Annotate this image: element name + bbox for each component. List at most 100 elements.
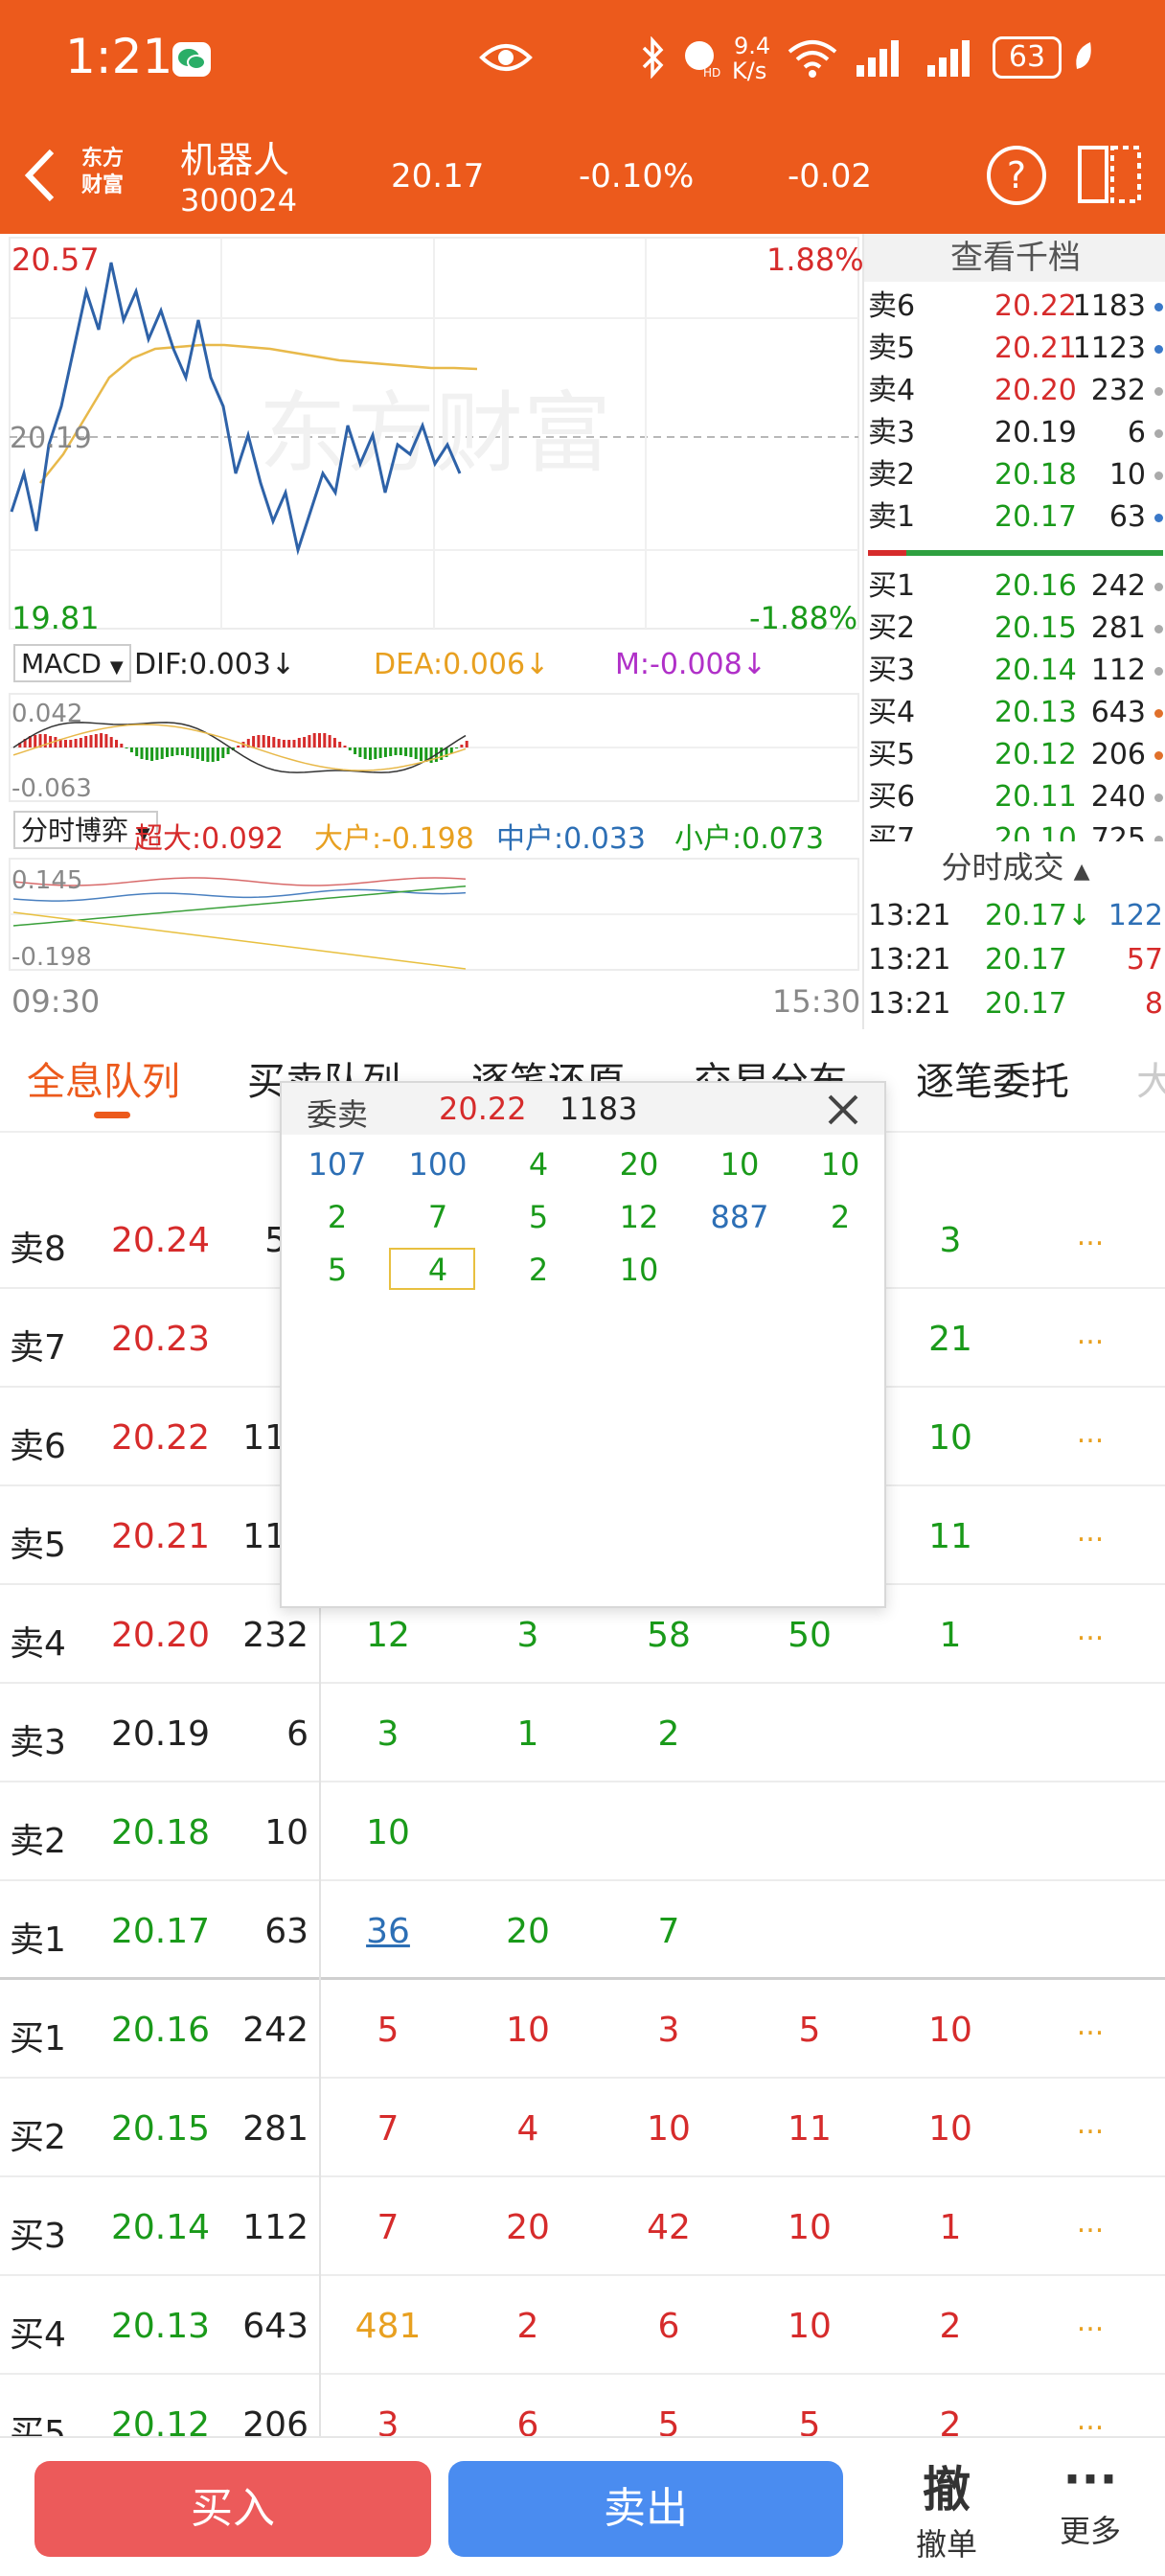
caret-up-icon: ▲ <box>1073 860 1090 884</box>
popup-order-cell[interactable]: 12 <box>595 1199 683 1235</box>
queue-cell[interactable]: 2 <box>940 2307 962 2346</box>
ask-label: 卖2 <box>868 458 916 492</box>
ask-row[interactable]: 卖3 20.19 6 <box>864 412 1165 454</box>
queue-cell[interactable]: 1 <box>517 1714 539 1754</box>
queue-cell[interactable]: 11 <box>928 1517 972 1556</box>
table-row[interactable]: 买1 20.16 242 5 10 3 5 10... <box>0 1980 1165 2079</box>
popup-order-cell[interactable]: 5 <box>494 1199 582 1235</box>
tab-6[interactable]: 大 <box>1136 1050 1165 1106</box>
popup-order-cell[interactable]: 10 <box>696 1146 784 1183</box>
row-price: 20.21 <box>111 1517 211 1556</box>
bid-row[interactable]: 买1 20.16 242 <box>864 565 1165 608</box>
bid-row[interactable]: 买2 20.15 281 <box>864 608 1165 650</box>
macd-bar <box>399 748 402 755</box>
intraday-chart[interactable]: 东方财富 <box>0 234 862 1029</box>
active-tab-indicator <box>94 1112 130 1118</box>
queue-cell[interactable]: 20 <box>506 2208 550 2247</box>
ask-row[interactable]: 卖2 20.18 10 <box>864 454 1165 496</box>
queue-cell[interactable]: 50 <box>788 1616 832 1655</box>
queue-cell[interactable]: 12 <box>366 1616 410 1655</box>
ask-row[interactable]: 卖5 20.21 1123 <box>864 328 1165 370</box>
popup-order-cell[interactable]: 107 <box>293 1146 381 1183</box>
macd-selector[interactable]: MACD ▼ <box>13 644 131 682</box>
table-row[interactable]: 卖1 20.17 63 36 20 7 <box>0 1881 1165 1980</box>
macd-bar <box>175 748 179 755</box>
ask-price: 20.19 <box>994 416 1077 449</box>
queue-cell[interactable]: 7 <box>658 1912 680 1951</box>
ask-row[interactable]: 卖4 20.20 232 <box>864 370 1165 412</box>
popup-order-cell[interactable]: 2 <box>293 1199 381 1235</box>
queue-cell[interactable]: 5 <box>377 2011 400 2050</box>
popup-order-cell[interactable]: 5 <box>293 1252 381 1288</box>
signal-icon-2 <box>925 38 979 80</box>
queue-cell[interactable]: 3 <box>658 2011 680 2050</box>
queue-cell[interactable]: 3 <box>517 1616 539 1655</box>
bid-row[interactable]: 买3 20.14 112 <box>864 650 1165 692</box>
queue-cell[interactable]: 11 <box>788 2109 832 2149</box>
queue-cell[interactable]: 36 <box>366 1912 410 1951</box>
queue-cell[interactable]: 58 <box>647 1616 691 1655</box>
popup-order-cell[interactable]: 2 <box>494 1252 582 1288</box>
bid-row[interactable]: 买7 20.10 725 <box>864 818 1165 841</box>
bid-row[interactable]: 买4 20.13 643 <box>864 692 1165 734</box>
table-row[interactable]: 卖3 20.19 6 3 1 2 <box>0 1684 1165 1782</box>
queue-cell[interactable]: 481 <box>355 2307 422 2346</box>
table-row[interactable]: 买3 20.14 112 7 20 42 10 1... <box>0 2177 1165 2276</box>
cancel-order-button[interactable]: 撤 撤单 <box>908 2451 985 2564</box>
popup-order-cell[interactable]: 887 <box>696 1199 784 1235</box>
queue-cell[interactable]: 10 <box>928 2011 972 2050</box>
popup-order-cell[interactable]: 7 <box>394 1199 482 1235</box>
ask-row[interactable]: 卖1 20.17 63 <box>864 496 1165 539</box>
queue-cell[interactable]: 10 <box>788 2307 832 2346</box>
queue-cell[interactable]: 2 <box>517 2307 539 2346</box>
ask-row[interactable]: 卖6 20.22 1183 <box>864 286 1165 328</box>
queue-cell[interactable]: 21 <box>928 1320 972 1359</box>
queue-cell[interactable]: 7 <box>377 2208 400 2247</box>
popup-order-cell[interactable]: 4 <box>494 1146 582 1183</box>
popup-order-cell[interactable]: 2 <box>796 1199 884 1235</box>
sell-button[interactable]: 卖出 <box>448 2461 843 2557</box>
queue-cell[interactable]: 10 <box>788 2208 832 2247</box>
popup-order-cell[interactable]: 20 <box>595 1146 683 1183</box>
queue-cell[interactable]: 1 <box>940 1616 962 1655</box>
bid-row[interactable]: 买6 20.11 240 <box>864 776 1165 818</box>
tab-1[interactable]: 全息队列 <box>27 1050 180 1106</box>
queue-cell[interactable]: 10 <box>366 1813 410 1852</box>
queue-cell[interactable]: 5 <box>799 2011 821 2050</box>
back-arrow-icon[interactable] <box>21 146 59 209</box>
close-icon[interactable] <box>824 1091 862 1137</box>
table-row[interactable]: 卖2 20.18 10 10 <box>0 1782 1165 1881</box>
queue-cell[interactable]: 4 <box>517 2109 539 2149</box>
queue-cell[interactable]: 10 <box>928 2109 972 2149</box>
queue-cell[interactable]: 3 <box>940 1221 962 1260</box>
ask-price: 20.22 <box>994 289 1077 323</box>
queue-cell[interactable]: 3 <box>377 1714 400 1754</box>
bid-row[interactable]: 买5 20.12 206 <box>864 734 1165 776</box>
tab-5[interactable]: 逐笔委托 <box>916 1050 1069 1106</box>
buy-button[interactable]: 买入 <box>34 2461 431 2557</box>
stock-code: 300024 <box>180 182 298 218</box>
table-row[interactable]: 买4 20.13 643 481 2 6 10 2... <box>0 2276 1165 2375</box>
row-volume: 6 <box>286 1714 308 1754</box>
queue-cell[interactable]: 10 <box>506 2011 550 2050</box>
queue-cell[interactable]: 10 <box>647 2109 691 2149</box>
queue-cell[interactable]: 42 <box>647 2208 691 2247</box>
popup-order-cell[interactable]: 10 <box>595 1252 683 1288</box>
popup-order-cell[interactable]: 10 <box>796 1146 884 1183</box>
flow-bottom-value: -0.198 <box>11 943 92 972</box>
queue-cell[interactable]: 10 <box>928 1418 972 1458</box>
queue-cell[interactable]: 20 <box>506 1912 550 1951</box>
queue-cell[interactable]: 6 <box>658 2307 680 2346</box>
cancel-icon: 撤 <box>923 2462 971 2518</box>
switch-layout-icon[interactable] <box>1077 142 1142 209</box>
queue-cell[interactable]: 2 <box>658 1714 680 1754</box>
queue-cell[interactable]: 1 <box>940 2208 962 2247</box>
row-price: 20.20 <box>111 1616 211 1655</box>
table-row[interactable]: 买2 20.15 281 7 4 10 11 10... <box>0 2079 1165 2177</box>
trades-title-row[interactable]: 分时成交 ▲ <box>864 845 1165 889</box>
view-full-depth-button[interactable]: 查看千档 <box>864 234 1165 282</box>
queue-cell[interactable]: 7 <box>377 2109 400 2149</box>
more-button[interactable]: ··· 更多 <box>1052 2451 1129 2551</box>
popup-order-cell[interactable]: 100 <box>394 1146 482 1183</box>
help-icon[interactable]: ? <box>987 146 1046 205</box>
